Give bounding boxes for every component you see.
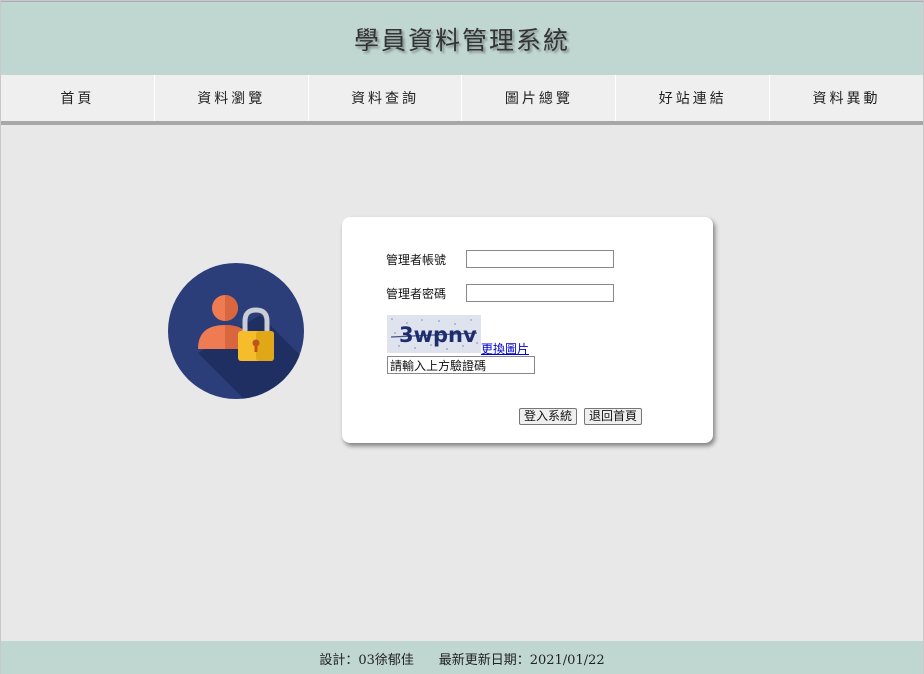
captcha-input[interactable]	[387, 356, 535, 374]
page-footer: 設計：03徐郁佳 最新更新日期：2021/01/22	[1, 641, 923, 674]
nav-item-home[interactable]: 首頁	[1, 75, 155, 121]
account-label: 管理者帳號	[386, 253, 447, 267]
main-nav: 首頁 資料瀏覽 資料查詢 圖片總覽 好站連結 資料異動	[1, 75, 923, 125]
nav-item-gallery[interactable]: 圖片總覽	[462, 75, 617, 121]
footer-updated: 最新更新日期：2021/01/22	[438, 652, 605, 668]
password-field[interactable]	[466, 284, 614, 302]
page-header: 學員資料管理系統	[1, 1, 923, 75]
login-card: 管理者帳號 管理者密碼 3wpnv 更換圖片 登入系統 退回首頁	[342, 217, 713, 443]
nav-item-browse[interactable]: 資料瀏覽	[155, 75, 309, 121]
nav-item-links[interactable]: 好站連結	[616, 75, 771, 121]
refresh-captcha-link[interactable]: 更換圖片	[481, 340, 529, 357]
password-label: 管理者密碼	[386, 287, 447, 301]
page-title: 學員資料管理系統	[353, 25, 570, 55]
admin-lock-icon	[168, 263, 304, 399]
footer-designer: 設計：03徐郁佳	[319, 652, 414, 668]
captcha-image: 3wpnv	[387, 315, 481, 353]
account-field[interactable]	[466, 250, 614, 268]
footer-gap	[414, 651, 439, 666]
login-button[interactable]: 登入系統	[519, 408, 578, 425]
nav-item-search[interactable]: 資料查詢	[309, 75, 463, 121]
nav-item-edit[interactable]: 資料異動	[770, 75, 923, 121]
back-home-button[interactable]: 退回首頁	[584, 408, 643, 425]
